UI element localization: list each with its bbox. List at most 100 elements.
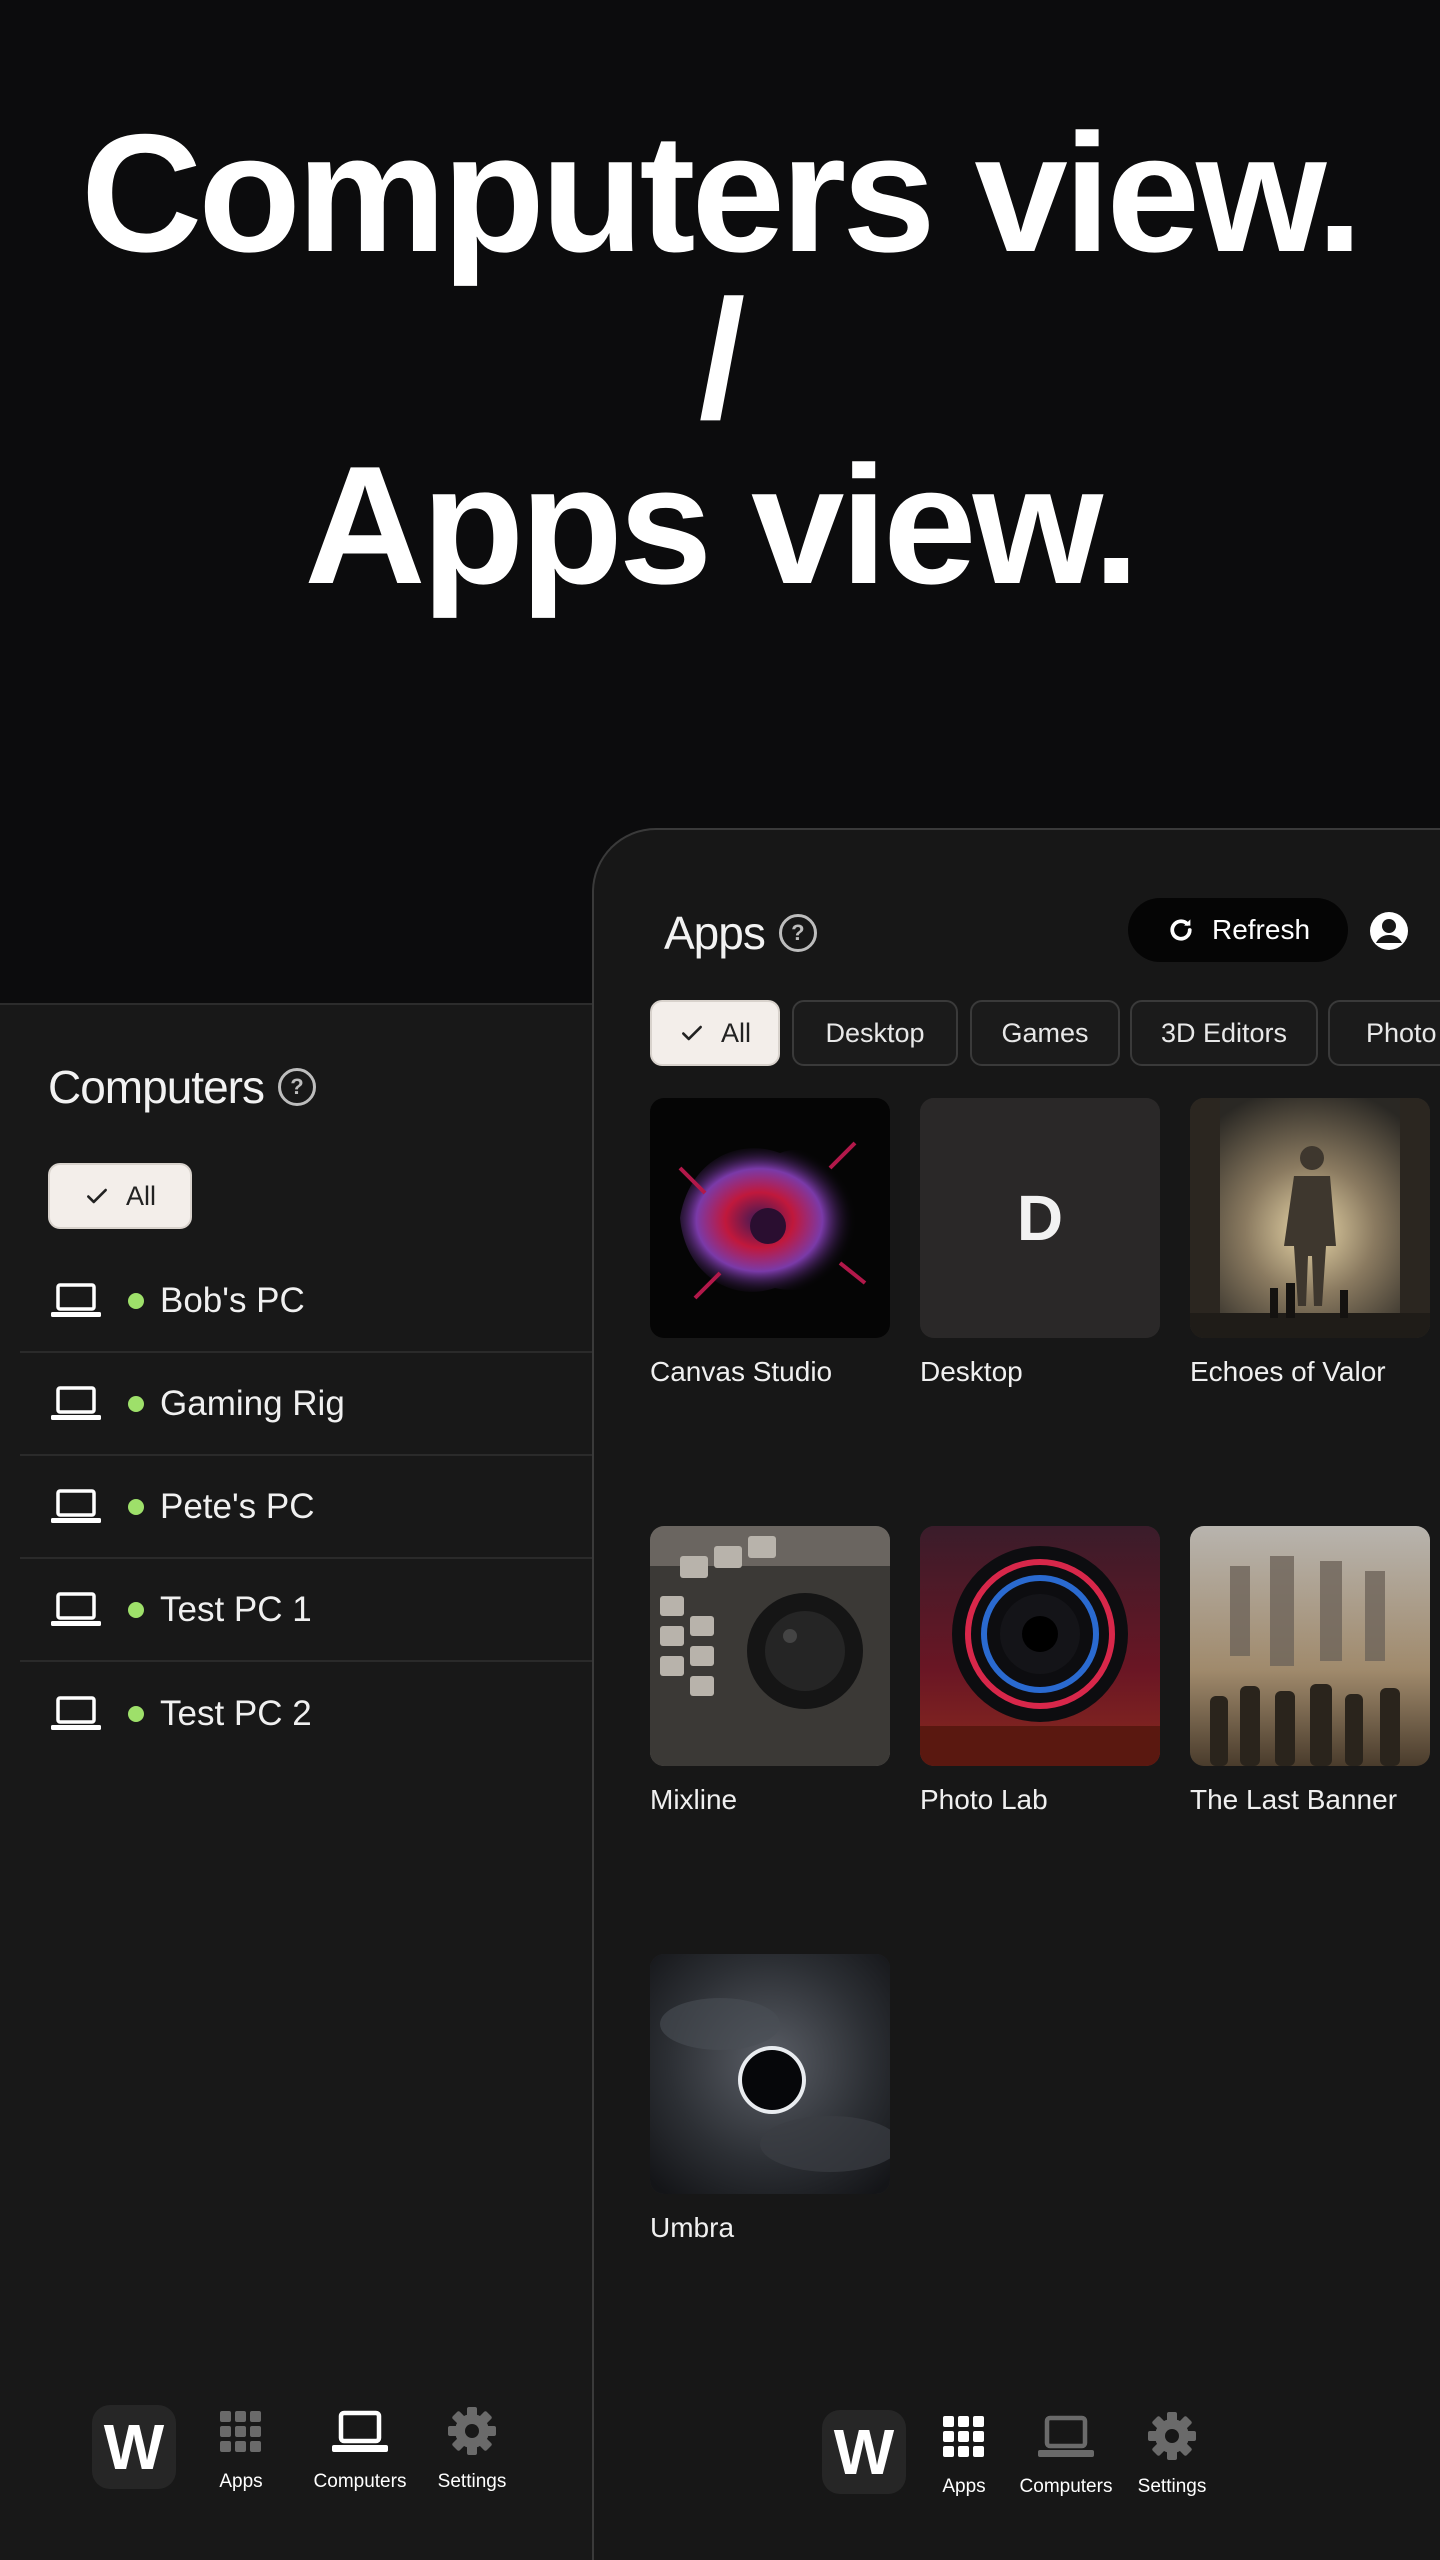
help-icon[interactable]: ?	[778, 914, 817, 952]
filter-chip-label: Desktop	[825, 1017, 925, 1048]
computer-name: Bob's PC	[160, 1280, 305, 1320]
computer-row-bobs-pc[interactable]: Bob's PC	[20, 1250, 592, 1353]
filter-chip-photo-editors[interactable]: Photo E	[1328, 1000, 1440, 1066]
app-tile-canvas-studio[interactable]: Canvas Studio	[650, 1098, 890, 1388]
refresh-button[interactable]: Refresh	[1128, 898, 1348, 962]
computer-name: Test PC 2	[160, 1693, 312, 1733]
app-logo[interactable]: W	[822, 2410, 906, 2494]
headline-line-2: /	[698, 265, 746, 453]
nav-computers[interactable]: Computers	[312, 2405, 408, 2493]
grid-icon	[943, 2416, 984, 2457]
laptop-icon	[51, 1695, 101, 1730]
laptop-icon	[51, 1282, 101, 1317]
online-status-dot	[128, 1292, 144, 1309]
nav-label: Apps	[219, 2471, 263, 2492]
app-tile-mixline[interactable]: Mixline	[650, 1526, 890, 1816]
app-name: Umbra	[650, 2212, 735, 2243]
headline-line-3: Apps view.	[304, 431, 1139, 619]
app-thumbnail	[1190, 1098, 1430, 1338]
app-thumbnail: D	[920, 1098, 1160, 1338]
app-thumbnail	[1190, 1526, 1430, 1766]
gear-icon	[448, 2407, 496, 2455]
camera-lens-image	[920, 1526, 1160, 1766]
computers-panel: Computers ? All Bob's PC Gaming Rig Pete…	[0, 1003, 592, 2560]
nav-label: Settings	[437, 2471, 507, 2492]
app-tile-photo-lab[interactable]: Photo Lab	[920, 1526, 1160, 1816]
bottom-nav: W Apps Computers Settings	[822, 2410, 1208, 2498]
hero-headline: Computers view. / Apps view.	[0, 99, 1440, 619]
computer-name: Test PC 1	[160, 1589, 312, 1629]
filter-chip-label: All	[125, 1180, 156, 1211]
app-name: Desktop	[920, 1356, 1023, 1387]
app-tile-umbra[interactable]: Umbra	[650, 1954, 890, 2244]
apps-panel: Apps ? Refresh All Desktop Games 3D Edit…	[592, 828, 1440, 2560]
online-status-dot	[128, 1601, 144, 1618]
nav-settings[interactable]: Settings	[1136, 2410, 1208, 2498]
keyboard-jog-wheel-image	[650, 1526, 890, 1766]
giant-figure-image	[1190, 1098, 1430, 1338]
filter-chip-label: Games	[1001, 1017, 1089, 1048]
grid-icon	[220, 2411, 261, 2452]
refresh-label: Refresh	[1211, 914, 1311, 945]
laptop-icon	[51, 1591, 101, 1626]
app-name: Photo Lab	[920, 1784, 1048, 1815]
laptop-icon	[1038, 2415, 1094, 2457]
computer-row-test-pc-1[interactable]: Test PC 1	[20, 1559, 592, 1662]
help-icon[interactable]: ?	[277, 1068, 316, 1106]
nav-label: Apps	[942, 2476, 986, 2497]
filter-chip-label: 3D Editors	[1160, 1017, 1288, 1048]
app-name: The Last Banner	[1190, 1784, 1398, 1815]
app-name: Echoes of Valor	[1190, 1356, 1386, 1387]
filter-chip-all[interactable]: All	[650, 1000, 780, 1066]
apps-title-row: Apps ?	[664, 906, 817, 960]
app-tile-the-last-banner[interactable]: The Last Banner	[1190, 1526, 1430, 1816]
computer-name: Pete's PC	[160, 1486, 315, 1526]
app-thumbnail	[650, 1954, 890, 2194]
nav-computers[interactable]: Computers	[1018, 2410, 1114, 2498]
app-thumbnail	[920, 1526, 1160, 1766]
nav-apps[interactable]: Apps	[206, 2405, 276, 2493]
computer-list: Bob's PC Gaming Rig Pete's PC Test PC 1 …	[20, 1250, 592, 1765]
app-thumbnail	[650, 1526, 890, 1766]
laptop-icon	[51, 1488, 101, 1523]
nav-apps[interactable]: Apps	[934, 2410, 994, 2498]
nav-label: Computers	[1019, 2476, 1113, 2497]
computer-row-gaming-rig[interactable]: Gaming Rig	[20, 1353, 592, 1456]
headline-line-1: Computers view.	[80, 99, 1363, 287]
filter-chip-games[interactable]: Games	[970, 1000, 1120, 1066]
filter-chip-label: Photo E	[1366, 1017, 1440, 1048]
gear-icon	[1148, 2412, 1196, 2460]
app-logo[interactable]: W	[92, 2405, 176, 2489]
online-status-dot	[128, 1395, 144, 1412]
computer-row-test-pc-2[interactable]: Test PC 2	[20, 1662, 592, 1765]
army-of-figures-image	[1190, 1526, 1430, 1766]
filter-chip-all[interactable]: All	[48, 1163, 192, 1229]
abstract-ink-image	[678, 1141, 867, 1300]
computer-name: Gaming Rig	[160, 1383, 345, 1423]
bottom-nav: W Apps Computers Settings	[92, 2405, 508, 2493]
check-icon	[682, 1025, 702, 1041]
app-name: Canvas Studio	[650, 1356, 833, 1387]
check-icon	[87, 1188, 107, 1204]
app-tile-echoes-of-valor[interactable]: Echoes of Valor	[1190, 1098, 1430, 1388]
laptop-icon	[332, 2410, 388, 2452]
app-letter: D	[920, 1098, 1160, 1338]
account-icon[interactable]	[1368, 910, 1410, 952]
computers-title-row: Computers ?	[48, 1060, 316, 1114]
nav-label: Settings	[1137, 2476, 1207, 2497]
filter-chip-label: All	[720, 1017, 751, 1048]
nav-label: Computers	[313, 2471, 407, 2492]
filter-chip-desktop[interactable]: Desktop	[792, 1000, 958, 1066]
app-tile-desktop[interactable]: D Desktop	[920, 1098, 1160, 1388]
eclipse-image	[650, 1954, 890, 2194]
online-status-dot	[128, 1498, 144, 1515]
laptop-icon	[51, 1385, 101, 1420]
app-thumbnail	[650, 1098, 890, 1338]
refresh-icon	[1170, 919, 1192, 941]
app-name: Mixline	[650, 1784, 738, 1815]
computer-row-petes-pc[interactable]: Pete's PC	[20, 1456, 592, 1559]
nav-settings[interactable]: Settings	[436, 2405, 508, 2493]
page-title: Computers	[48, 1061, 265, 1113]
filter-chip-3d-editors[interactable]: 3D Editors	[1130, 1000, 1318, 1066]
page-title: Apps	[664, 907, 766, 959]
